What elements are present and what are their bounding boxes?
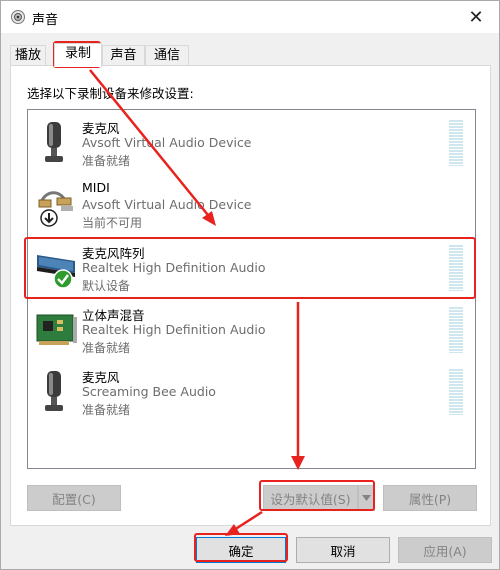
set-default-dropdown[interactable]: [358, 485, 375, 511]
tab-communications[interactable]: 通信: [145, 45, 189, 66]
cancel-button[interactable]: 取消: [296, 537, 390, 563]
device-status: 准备就绪: [82, 403, 131, 417]
device-list[interactable]: 麦克风 Avsoft Virtual Audio Device 准备就绪 MID…: [27, 109, 476, 469]
microphone-icon: [45, 371, 63, 411]
device-item-microphone-avsoft[interactable]: 麦克风 Avsoft Virtual Audio Device 准备就绪: [29, 114, 474, 176]
midi-cable-icon: [38, 191, 73, 227]
title-bar: 声音 ✕: [1, 1, 499, 33]
device-item-stereo-mix[interactable]: 立体声混音 Realtek High Definition Audio 准备就绪: [29, 301, 474, 363]
apply-button[interactable]: 应用(A): [398, 537, 492, 563]
properties-button[interactable]: 属性(P): [383, 485, 477, 511]
device-description: Screaming Bee Audio: [82, 384, 216, 399]
tab-sounds[interactable]: 声音: [102, 45, 145, 66]
speaker-icon: [11, 10, 25, 24]
device-status: 准备就绪: [82, 154, 131, 168]
recording-panel: 选择以下录制设备来修改设置: 麦克风 Avsoft Virtual Audio …: [10, 65, 491, 526]
tab-recording[interactable]: 录制: [54, 43, 102, 67]
device-item-mic-array[interactable]: 麦克风阵列 Realtek High Definition Audio 默认设备: [29, 239, 474, 301]
instruction-text: 选择以下录制设备来修改设置:: [27, 86, 194, 101]
device-description: Realtek High Definition Audio: [82, 322, 266, 337]
microphone-icon: [45, 122, 63, 162]
close-icon: ✕: [468, 6, 484, 28]
chevron-down-icon: [362, 495, 371, 501]
sound-dialog: 声音 ✕ 播放 录制 声音 通信 选择以下录制设备来修改设置: 麦克风 Avso…: [0, 0, 500, 570]
device-description: Avsoft Virtual Audio Device: [82, 197, 252, 212]
device-status: 当前不可用: [82, 216, 143, 230]
device-item-microphone-screaming-bee[interactable]: 麦克风 Screaming Bee Audio 准备就绪: [29, 363, 474, 425]
level-meter: [449, 120, 463, 166]
close-button[interactable]: ✕: [453, 1, 499, 33]
sound-card-icon: [36, 314, 77, 345]
level-meter: [449, 369, 463, 415]
tab-playback[interactable]: 播放: [10, 45, 46, 66]
device-description: Realtek High Definition Audio: [82, 260, 266, 275]
device-status: 准备就绪: [82, 341, 131, 355]
ok-button[interactable]: 确定: [196, 537, 286, 563]
device-item-midi[interactable]: MIDI Avsoft Virtual Audio Device 当前不可用: [29, 176, 474, 238]
device-name: MIDI: [82, 180, 110, 195]
configure-button[interactable]: 配置(C): [27, 485, 121, 511]
device-status: 默认设备: [82, 279, 131, 293]
level-meter: [449, 245, 463, 291]
device-description: Avsoft Virtual Audio Device: [82, 135, 252, 150]
mic-array-icon: [37, 255, 75, 289]
set-default-button[interactable]: 设为默认值(S): [263, 485, 358, 511]
level-meter: [449, 307, 463, 353]
window-title: 声音: [32, 13, 59, 28]
